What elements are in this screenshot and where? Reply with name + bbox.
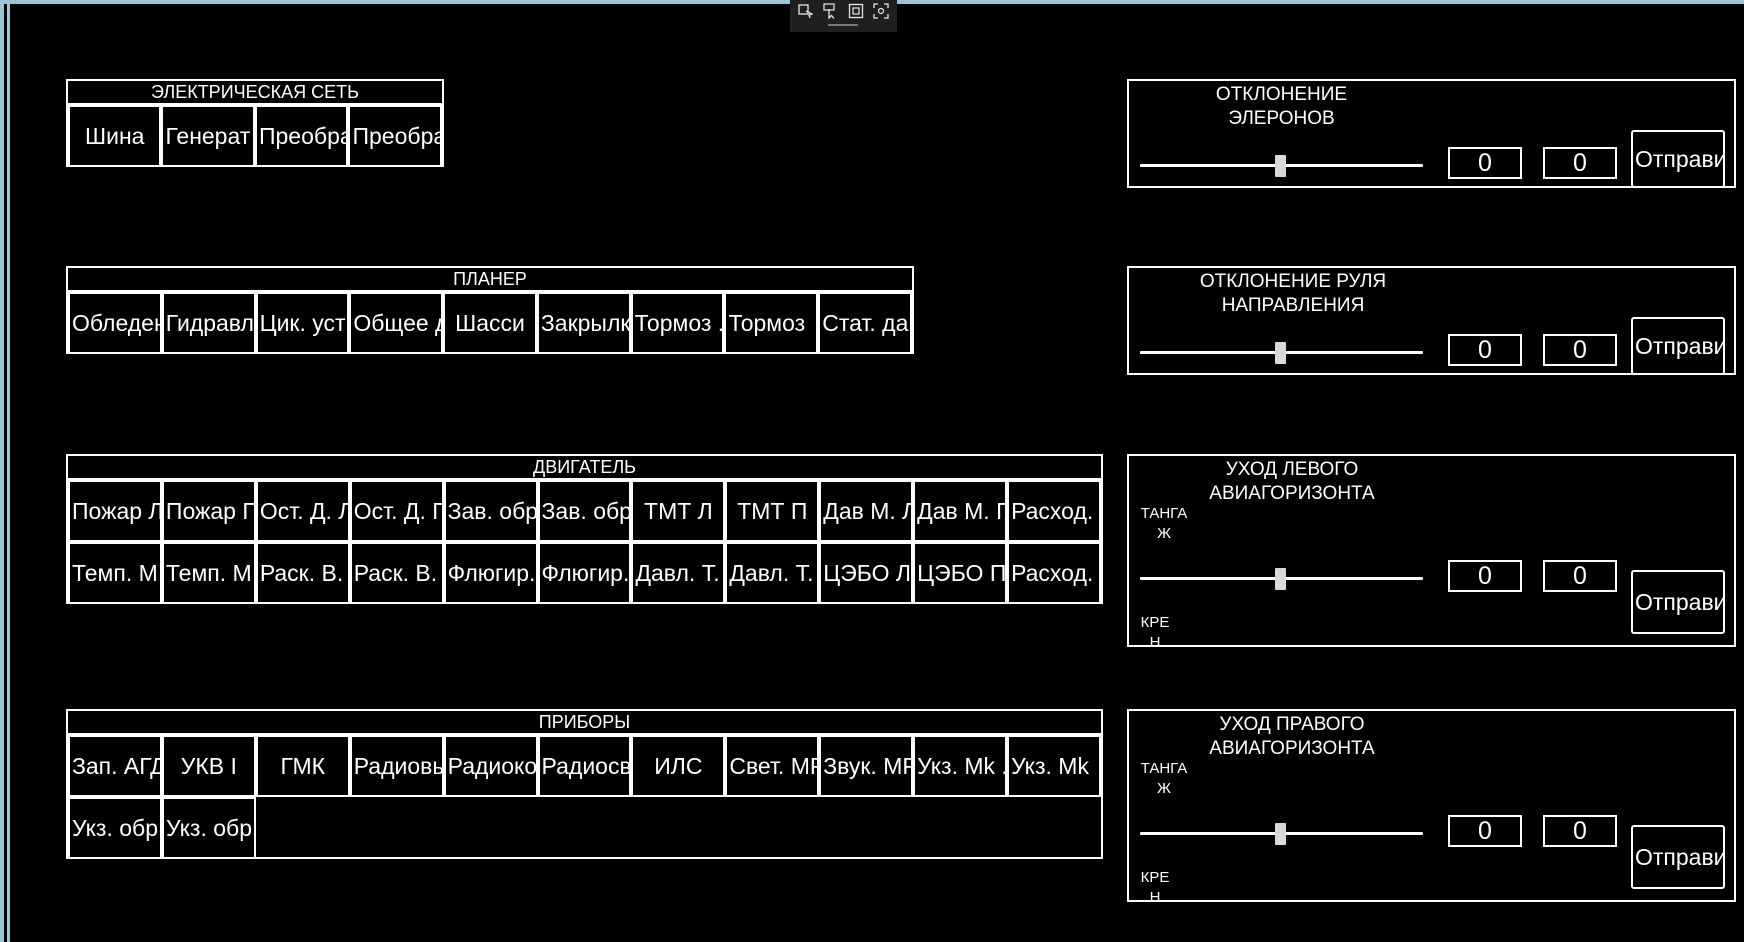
engine-r1-button-10[interactable]: Дав М. П	[913, 480, 1008, 542]
engine-r1-button-11[interactable]: Расход. Л	[1007, 480, 1101, 542]
engine-button-row-1: Пожар Л Пожар П Ост. Д. Л Ост. Д. П Зав. обр…	[68, 480, 1101, 542]
electrical-button-1[interactable]: Шина	[68, 105, 162, 167]
airframe-button-7[interactable]: Тормоз .	[630, 292, 725, 354]
right-horizon-title: УХОД ПРАВОГО АВИАГОРИЗОНТА	[1209, 714, 1375, 759]
instruments-r1-button-10[interactable]: Укз. Mk .	[913, 735, 1008, 797]
instruments-r1-button-11[interactable]: Укз. Mk	[1007, 735, 1101, 797]
engine-r1-button-3[interactable]: Ост. Д. Л	[255, 480, 350, 542]
instruments-r2-button-2[interactable]: Укз. обр	[162, 797, 256, 859]
engine-r2-button-5[interactable]: Флюгир.	[443, 542, 538, 604]
ailerons-value-2[interactable]: 0	[1543, 147, 1617, 179]
instruments-r1-button-8[interactable]: Свет. МР	[725, 735, 820, 797]
instruments-r1-button-3[interactable]: ГМК	[255, 735, 350, 797]
airframe-button-6[interactable]: Закрылк	[536, 292, 631, 354]
engine-group: ДВИГАТЕЛЬ Пожар Л Пожар П Ост. Д. Л Ост. Д.…	[66, 454, 1103, 604]
engine-r2-button-11[interactable]: Расход. П	[1007, 542, 1101, 604]
instruments-r1-button-2[interactable]: УКВ I	[161, 735, 256, 797]
rudder-title: ОТКЛОНЕНИЕ РУЛЯ НАПРАВЛЕНИЯ	[1199, 271, 1387, 316]
airframe-button-3[interactable]: Цик. уст	[255, 292, 350, 354]
right-horizon-send-button[interactable]: Отправи	[1631, 825, 1725, 889]
electrical-button-row: Шина Генерат Преобра Преобра	[68, 105, 442, 167]
airframe-button-5[interactable]: Шасси	[443, 292, 537, 354]
right-horizon-value-1[interactable]: 0	[1448, 815, 1522, 847]
engine-r1-button-5[interactable]: Зав. обр	[443, 480, 538, 542]
ailerons-panel: ОТКЛОНЕНИЕ ЭЛЕРОНОВ 0 0 Отправи	[1127, 79, 1736, 188]
engine-title: ДВИГАТЕЛЬ	[68, 456, 1101, 480]
right-horizon-slider-thumb[interactable]	[1275, 823, 1286, 845]
engine-r2-button-10[interactable]: ЦЭБО П	[913, 542, 1008, 604]
rudder-value-2[interactable]: 0	[1543, 334, 1617, 366]
airframe-button-2[interactable]: Гидравл	[161, 292, 256, 354]
instruments-title: ПРИБОРЫ	[68, 711, 1101, 735]
engine-r2-button-9[interactable]: ЦЭБО Л	[819, 542, 914, 604]
left-horizon-roll-label: КРЕ Н	[1140, 614, 1170, 651]
right-horizon-pitch-label: ТАНГА Ж	[1140, 760, 1188, 797]
instruments-r2-button-1[interactable]: Укз. обр	[68, 797, 162, 859]
instruments-button-row-2: Укз. обр Укз. обр	[68, 797, 1101, 859]
airframe-title: ПЛАНЕР	[68, 268, 912, 292]
engine-r2-button-1[interactable]: Темп. М	[68, 542, 162, 604]
rudder-value-1[interactable]: 0	[1448, 334, 1522, 366]
left-horizon-value-1[interactable]: 0	[1448, 560, 1522, 592]
left-horizon-send-button[interactable]: Отправи	[1631, 570, 1725, 634]
engine-button-row-2: Темп. МТемп. МРаск. В. ЛРаск. В. ПФлюгир…	[68, 542, 1101, 604]
airframe-button-row: Обледен Гидравл Цик. уст Общее д Шасси Закрыл…	[68, 292, 913, 354]
toolbar-grip[interactable]	[828, 24, 858, 26]
select-element-icon[interactable]	[797, 2, 815, 20]
electrical-button-3[interactable]: Преобра	[254, 105, 349, 167]
ailerons-slider-thumb[interactable]	[1275, 155, 1286, 177]
pointer-icon[interactable]	[822, 2, 840, 20]
airframe-group: ПЛАНЕР Обледен Гидравл Цик. уст Общее д Шасс…	[66, 266, 914, 354]
instruments-button-row-1: Зап. АГД УКВ I ГМК Радиовы Радиоко Радиосв ИЛС…	[68, 735, 1101, 797]
track-focus-icon[interactable]	[872, 2, 890, 20]
electrical-title: ЭЛЕКТРИЧЕСКАЯ СЕТЬ	[68, 81, 442, 105]
engine-r1-button-6[interactable]: Зав. обр	[537, 480, 632, 542]
left-horizon-slider-thumb[interactable]	[1275, 568, 1286, 590]
engine-r1-button-7[interactable]: ТМТ Л	[631, 480, 726, 542]
rudder-panel: ОТКЛОНЕНИЕ РУЛЯ НАПРАВЛЕНИЯ 0 0 Отправи	[1127, 266, 1736, 375]
instruments-r1-button-5[interactable]: Радиоко	[443, 735, 538, 797]
airframe-button-1[interactable]: Обледен	[68, 292, 162, 354]
left-horizon-panel: УХОД ЛЕВОГО АВИАГОРИЗОНТА ТАНГА Ж 0 0 От…	[1127, 454, 1736, 651]
debug-toolbar	[790, 0, 897, 32]
engine-r2-button-2[interactable]: Темп. М	[161, 542, 256, 604]
ailerons-send-button[interactable]: Отправи	[1631, 130, 1725, 188]
left-horizon-title: УХОД ЛЕВОГО АВИАГОРИЗОНТА	[1209, 459, 1375, 504]
instruments-r1-button-1[interactable]: Зап. АГД	[68, 735, 162, 797]
engine-r1-button-2[interactable]: Пожар П	[161, 480, 256, 542]
engine-r1-button-8[interactable]: ТМТ П	[725, 480, 820, 542]
left-horizon-value-2[interactable]: 0	[1543, 560, 1617, 592]
ailerons-title: ОТКЛОНЕНИЕ ЭЛЕРОНОВ	[1215, 84, 1348, 129]
electrical-group: ЭЛЕКТРИЧЕСКАЯ СЕТЬ Шина Генерат Преобра Пре…	[66, 79, 444, 167]
engine-r2-button-4[interactable]: Раск. В. П	[349, 542, 444, 604]
right-horizon-roll-label: КРЕ Н	[1140, 869, 1170, 906]
engine-r1-button-1[interactable]: Пожар Л	[68, 480, 162, 542]
engine-r2-button-3[interactable]: Раск. В. Л	[255, 542, 350, 604]
airframe-button-4[interactable]: Общее д	[349, 292, 444, 354]
instruments-r1-button-6[interactable]: Радиосв	[537, 735, 632, 797]
instruments-r1-button-9[interactable]: Звук. МР	[819, 735, 914, 797]
layout-bounds-icon[interactable]	[847, 2, 865, 20]
engine-r1-button-4[interactable]: Ост. Д. П	[349, 480, 444, 542]
engine-r2-button-7[interactable]: Давл. Т.	[631, 542, 726, 604]
engine-r1-button-9[interactable]: Дав М. Л	[819, 480, 914, 542]
right-horizon-panel: УХОД ПРАВОГО АВИАГОРИЗОНТА ТАНГА Ж 0 0 О…	[1127, 709, 1736, 906]
instruments-group: ПРИБОРЫ Зап. АГД УКВ I ГМК Радиовы Радиоко Ра…	[66, 709, 1103, 859]
electrical-button-2[interactable]: Генерат	[161, 105, 255, 167]
airframe-button-9[interactable]: Стат. дав	[818, 292, 913, 354]
right-horizon-value-2[interactable]: 0	[1543, 815, 1617, 847]
engine-r2-button-8[interactable]: Давл. Т.	[725, 542, 820, 604]
instruments-r1-button-7[interactable]: ИЛС	[631, 735, 726, 797]
window-border-left	[7, 4, 10, 942]
airframe-button-8[interactable]: Тормоз	[724, 292, 819, 354]
left-horizon-pitch-label: ТАНГА Ж	[1140, 505, 1188, 542]
rudder-send-button[interactable]: Отправи	[1631, 317, 1725, 375]
engine-r2-button-6[interactable]: Флюгир.	[537, 542, 632, 604]
ailerons-value-1[interactable]: 0	[1448, 147, 1522, 179]
electrical-button-4[interactable]: Преобра	[348, 105, 442, 167]
rudder-slider-thumb[interactable]	[1275, 342, 1286, 364]
instruments-r1-button-4[interactable]: Радиовы	[349, 735, 444, 797]
